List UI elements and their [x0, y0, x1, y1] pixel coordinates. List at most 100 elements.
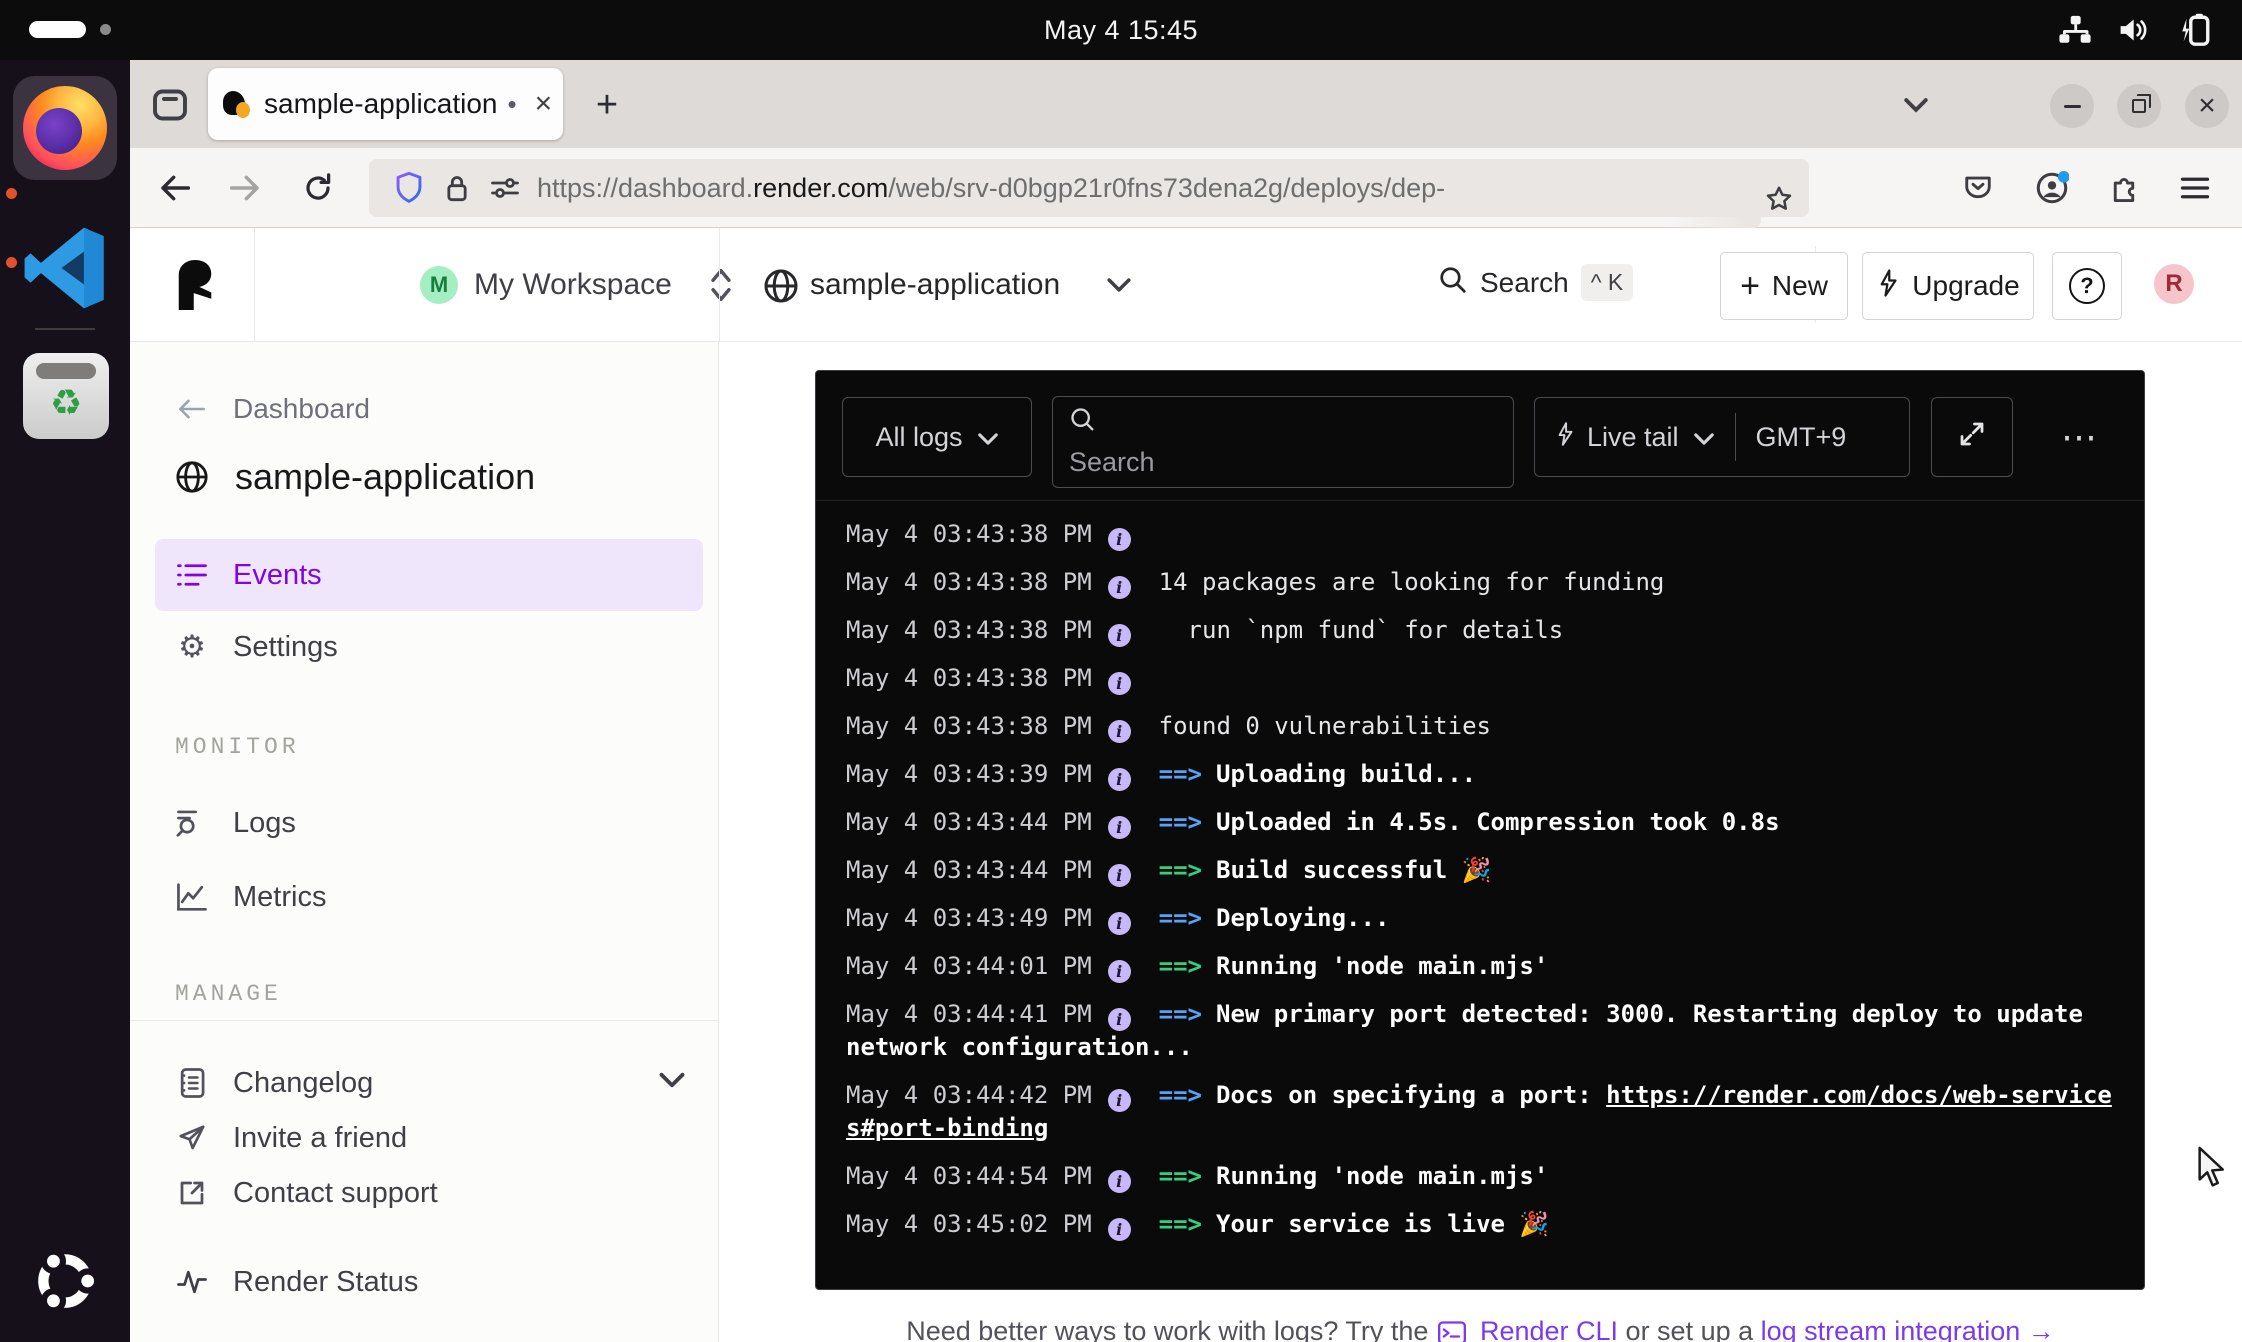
timezone-label[interactable]: GMT+9 [1756, 422, 1847, 453]
url-text[interactable]: https://dashboard.render.com/web/srv-d0b… [537, 173, 1793, 204]
live-tail-control[interactable]: Live tail GMT+9 [1534, 397, 1910, 477]
log-message: Running 'node main.mjs' [1216, 1162, 1548, 1190]
info-icon: i [1108, 864, 1131, 887]
help-button[interactable]: ? [2052, 252, 2122, 320]
permissions-icon[interactable] [481, 175, 529, 201]
sidebar-item-contact-support[interactable]: Contact support [175, 1171, 438, 1215]
log-more-menu[interactable]: ⋯ [2050, 397, 2110, 477]
log-timestamp: May 4 03:43:38 PM [846, 616, 1092, 644]
service-switcher[interactable]: sample-application [810, 268, 1060, 302]
log-row: May 4 03:43:38 PMifound 0 vulnerabilitie… [846, 710, 2114, 743]
browser-tab[interactable]: sample-application • We × [208, 68, 563, 140]
system-tray[interactable] [2058, 0, 2212, 60]
back-button[interactable] [149, 162, 201, 214]
extensions-icon[interactable] [2098, 162, 2150, 214]
expand-icon [1957, 419, 1987, 456]
sidebar-service-name[interactable]: sample-application [175, 455, 535, 499]
info-icon: i [1108, 768, 1131, 791]
log-row: May 4 03:44:42 PMi==>Docs on specifying … [846, 1079, 2114, 1145]
sidebar-item-metrics[interactable]: Metrics [175, 875, 326, 919]
log-row: May 4 03:44:41 PMi==>New primary port de… [846, 998, 2114, 1064]
ubuntu-logo-icon[interactable] [32, 1248, 98, 1319]
forward-button[interactable] [219, 162, 271, 214]
log-search-input[interactable]: Search [1052, 396, 1514, 488]
user-avatar[interactable]: R [2154, 264, 2194, 304]
log-message: Uploading build... [1216, 760, 1476, 788]
service-caret-icon[interactable] [1106, 276, 1132, 299]
dock-trash[interactable]: ♻ [23, 353, 109, 439]
render-dashboard: M My Workspace sample-application Search… [130, 228, 2242, 1342]
render-favicon [222, 90, 250, 118]
chevron-down-icon [1693, 422, 1715, 453]
log-row: May 4 03:43:38 PMi14 packages are lookin… [846, 566, 2114, 599]
sidebar-item-settings[interactable]: Settings [175, 625, 338, 669]
footer-middle: or set up a [1626, 1316, 1754, 1342]
system-clock[interactable]: May 4 15:45 [0, 0, 2242, 60]
firefox-view-button[interactable] [148, 84, 192, 126]
workspace-avatar[interactable]: M [420, 266, 458, 304]
tab-bar: sample-application • We × + × [130, 60, 2242, 148]
plus-icon [1740, 267, 1760, 306]
search-shortcut-badge: ^ K [1581, 264, 1634, 301]
expand-logs-button[interactable] [1931, 397, 2013, 477]
upgrade-button[interactable]: Upgrade [1862, 252, 2034, 320]
battery-icon [2178, 13, 2212, 47]
log-timestamp: May 4 03:43:38 PM [846, 712, 1092, 740]
tab-separator: • [507, 89, 516, 120]
search-label: Search [1480, 267, 1569, 299]
menu-icon[interactable] [2169, 162, 2221, 214]
render-logo[interactable] [176, 260, 214, 315]
render-cli-link[interactable]: Render CLI [1480, 1316, 1618, 1342]
bookmark-star-icon[interactable] [1755, 170, 1803, 228]
tracking-shield-icon[interactable] [385, 171, 433, 205]
workspace-caret-icon[interactable] [708, 266, 734, 309]
sidebar-item-logs[interactable]: Logs [175, 801, 296, 845]
sidebar-item-invite[interactable]: Invite a friend [175, 1116, 407, 1160]
metrics-chart-icon [175, 882, 209, 912]
tab-close-icon[interactable]: × [535, 89, 553, 119]
lock-icon[interactable] [433, 172, 481, 204]
log-filter-dropdown[interactable]: All logs [842, 397, 1032, 477]
log-arrow-prefix: ==> [1159, 1081, 1202, 1109]
vscode-icon [22, 225, 108, 316]
log-row: May 4 03:43:38 PMi [846, 662, 2114, 695]
sidebar-item-events[interactable]: Events [175, 553, 322, 597]
recycle-icon: ♻ [50, 379, 82, 429]
new-button[interactable]: New [1720, 252, 1848, 320]
reload-button[interactable] [292, 162, 344, 214]
sidebar-heading-monitor: MONITOR [175, 734, 300, 760]
new-tab-button[interactable]: + [585, 84, 629, 126]
changelog-icon [175, 1067, 209, 1099]
log-message: Uploaded in 4.5s. Compression took 0.8s [1216, 808, 1780, 836]
vscode-running-dot [6, 257, 17, 268]
status-pulse-icon [175, 1268, 209, 1296]
log-stream-link[interactable]: log stream integration → [1761, 1316, 2055, 1342]
url-bar[interactable]: https://dashboard.render.com/web/srv-d0b… [369, 159, 1809, 217]
window-maximize-button[interactable] [2117, 84, 2161, 128]
log-timestamp: May 4 03:43:39 PM [846, 760, 1092, 788]
browser-window: sample-application • We × + × [130, 60, 2242, 1342]
log-rows[interactable]: May 4 03:43:38 PMiMay 4 03:43:38 PMi14 p… [816, 502, 2144, 1289]
sidebar-item-render-status[interactable]: Render Status [175, 1260, 418, 1304]
window-minimize-button[interactable] [2050, 84, 2094, 128]
info-icon: i [1108, 720, 1131, 743]
global-search[interactable]: Search ^ K [1438, 264, 1633, 301]
pocket-icon[interactable] [1952, 162, 2004, 214]
globe-icon [763, 268, 799, 309]
list-tabs-chevron-icon[interactable] [1896, 86, 1936, 124]
dock-firefox[interactable] [13, 76, 117, 180]
workspace-name[interactable]: My Workspace [474, 268, 672, 302]
log-arrow-prefix: ==> [1159, 904, 1202, 932]
dock-vscode[interactable] [13, 218, 117, 322]
sidebar-back-dashboard[interactable]: Dashboard [175, 387, 370, 431]
firefox-running-dot [6, 188, 17, 199]
url-scheme: https://dashboard. [537, 173, 753, 203]
dock: ♻ [0, 60, 130, 1342]
sidebar-item-label: Contact support [233, 1177, 438, 1210]
log-message: Docs on specifying a port: [1216, 1081, 1606, 1109]
changelog-chevron-icon[interactable] [658, 1071, 686, 1094]
sidebar-item-label: Changelog [233, 1067, 373, 1100]
account-icon[interactable] [2026, 162, 2078, 214]
sidebar-item-changelog[interactable]: Changelog [175, 1061, 373, 1105]
window-close-button[interactable]: × [2185, 84, 2229, 128]
